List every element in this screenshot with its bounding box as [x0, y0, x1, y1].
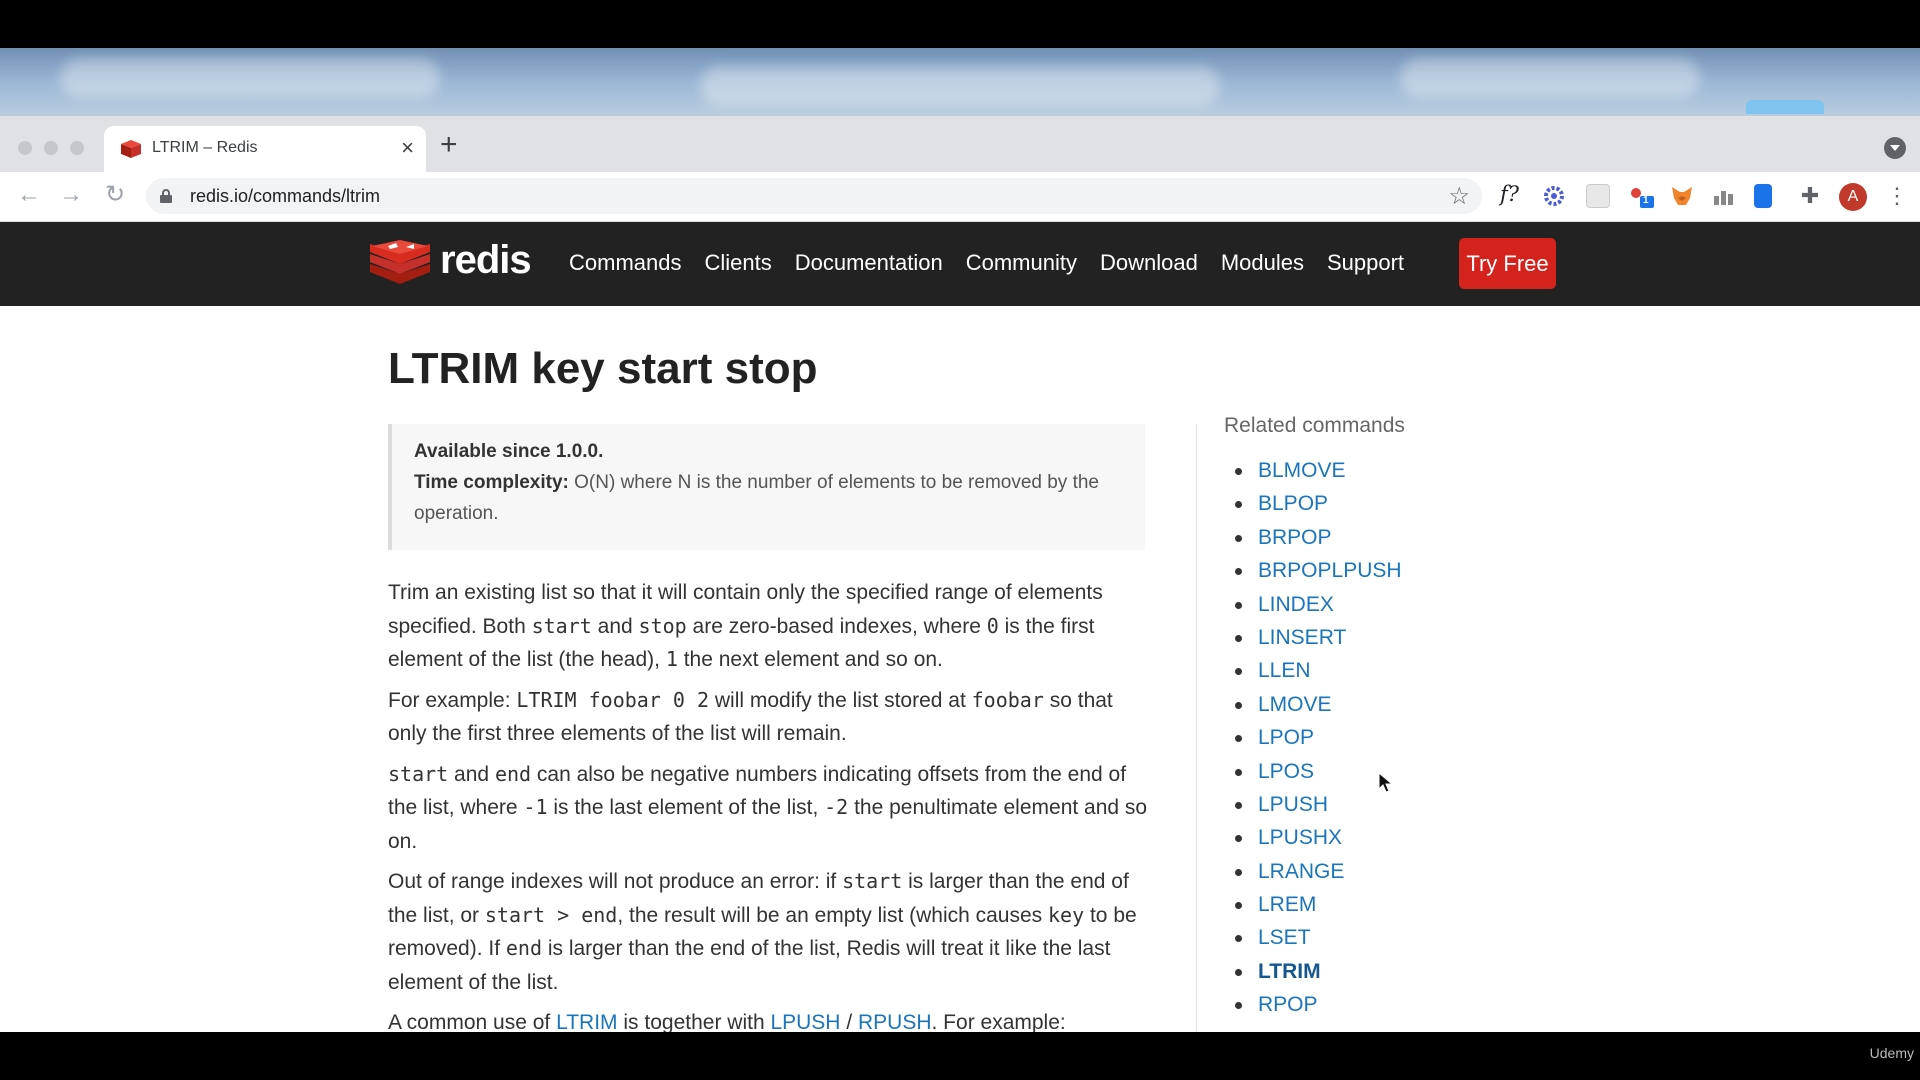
related-command-link[interactable]: LPUSH — [1258, 793, 1328, 816]
list-item: LPUSHX — [1224, 821, 1402, 854]
related-command-link[interactable]: LINSERT — [1258, 626, 1346, 649]
close-tab-icon[interactable]: × — [401, 135, 414, 161]
related-commands-title: Related commands — [1224, 414, 1405, 437]
related-command-link[interactable]: LPOP — [1258, 726, 1314, 749]
time-complexity-label: Time complexity: — [414, 472, 569, 493]
related-command-link[interactable]: RPOP — [1258, 993, 1318, 1016]
browser-toolbar: ← → ↻ redis.io/commands/ltrim ☆ f? 1 ✚ A… — [0, 172, 1920, 222]
extension-bookmark-icon[interactable] — [1754, 184, 1772, 208]
related-command-link[interactable]: LMOVE — [1258, 693, 1332, 716]
tab-bar: LTRIM – Redis × + — [0, 116, 1920, 172]
tab-search-icon[interactable] — [1884, 137, 1906, 159]
paragraph-common-use: A common use of LTRIM is together with L… — [388, 1011, 1066, 1032]
bookmark-star-icon[interactable]: ☆ — [1448, 182, 1470, 211]
list-item: BRPOPLPUSH — [1224, 554, 1402, 587]
sidebar-divider — [1196, 424, 1197, 1032]
nav-commands[interactable]: Commands — [569, 250, 681, 276]
list-item: LINDEX — [1224, 588, 1402, 621]
desktop-background — [0, 48, 1920, 116]
redis-favicon-icon — [121, 140, 141, 158]
extension-fx-icon[interactable]: f? — [1500, 182, 1524, 206]
list-item: LINSERT — [1224, 621, 1402, 654]
window-close-button[interactable] — [18, 141, 32, 155]
udemy-watermark: Udemy — [1869, 1045, 1914, 1061]
page-content: LTRIM key start stop Available since 1.0… — [0, 306, 1920, 1032]
browser-menu-icon[interactable]: ⋮ — [1886, 182, 1908, 210]
related-command-link[interactable]: LLEN — [1258, 659, 1311, 682]
nav-support[interactable]: Support — [1327, 250, 1404, 276]
new-tab-button[interactable]: + — [440, 130, 458, 160]
reload-button[interactable]: ↻ — [100, 180, 130, 210]
nav-documentation[interactable]: Documentation — [795, 250, 943, 276]
mouse-cursor-icon — [1378, 772, 1394, 793]
related-commands-list: BLMOVE BLPOP BRPOP BRPOPLPUSH LINDEX LIN… — [1224, 454, 1402, 1022]
logo-text: redis — [440, 238, 532, 282]
paragraph-intro: Trim an existing list so that it will co… — [388, 581, 1103, 671]
list-item: BLMOVE — [1224, 454, 1402, 487]
link-ltrim[interactable]: LTRIM — [556, 1011, 617, 1032]
related-command-link-current[interactable]: LTRIM — [1258, 960, 1321, 983]
list-item: LSET — [1224, 921, 1402, 954]
list-item: LRANGE — [1224, 855, 1402, 888]
list-item-current: LTRIM — [1224, 955, 1402, 988]
related-command-link[interactable]: LSET — [1258, 926, 1311, 949]
forward-button[interactable]: → — [56, 180, 86, 210]
list-item: BLPOP — [1224, 487, 1402, 520]
list-item: LLEN — [1224, 654, 1402, 687]
related-command-link[interactable]: BLPOP — [1258, 492, 1328, 515]
nav-clients[interactable]: Clients — [704, 250, 771, 276]
paragraph-negative-indexes: start and end can also be negative numbe… — [388, 761, 1148, 853]
list-item: LPOS — [1224, 755, 1402, 788]
link-rpush[interactable]: RPUSH — [858, 1011, 932, 1032]
window-zoom-button[interactable] — [70, 141, 84, 155]
window-minimize-button[interactable] — [44, 141, 58, 155]
paragraph-out-of-range: Out of range indexes will not produce an… — [388, 869, 1137, 994]
list-item: RPOP — [1224, 988, 1402, 1021]
extension-badge: 1 — [1643, 195, 1649, 206]
extension-bars-icon[interactable] — [1712, 184, 1736, 208]
related-command-link[interactable]: LREM — [1258, 893, 1316, 916]
site-header: redis Commands Clients Documentation Com… — [0, 222, 1920, 306]
related-command-link[interactable]: LRANGE — [1258, 860, 1344, 883]
related-command-link[interactable]: BRPOP — [1258, 526, 1332, 549]
list-item: LPUSH — [1224, 788, 1402, 821]
command-description: Trim an existing list so that it will co… — [388, 576, 1148, 1032]
related-command-link[interactable]: LINDEX — [1258, 593, 1334, 616]
list-item: LPOP — [1224, 721, 1402, 754]
extensions-puzzle-icon[interactable]: ✚ — [1798, 184, 1822, 208]
url-text: redis.io/commands/ltrim — [190, 186, 381, 206]
nav-download[interactable]: Download — [1100, 250, 1198, 276]
browser-window: LTRIM – Redis × + ← → ↻ redis.io/command… — [0, 48, 1920, 1032]
command-info-box: Available since 1.0.0. Time complexity: … — [388, 424, 1145, 550]
list-item: LMOVE — [1224, 688, 1402, 721]
desktop-folder-icon — [1746, 100, 1824, 114]
main-nav: Commands Clients Documentation Community… — [569, 250, 1427, 276]
redis-logo-icon — [370, 240, 430, 284]
profile-avatar[interactable]: A — [1839, 183, 1867, 211]
tab-redis[interactable]: LTRIM – Redis × — [104, 126, 426, 172]
tab-title: LTRIM – Redis — [152, 139, 258, 156]
extension-shapes-icon[interactable]: 1 — [1628, 184, 1654, 208]
link-lpush[interactable]: LPUSH — [770, 1011, 840, 1032]
lock-icon — [160, 189, 172, 203]
metamask-fox-icon[interactable] — [1670, 184, 1694, 208]
back-button[interactable]: ← — [14, 180, 44, 210]
related-command-link[interactable]: BLMOVE — [1258, 459, 1346, 482]
nav-community[interactable]: Community — [966, 250, 1077, 276]
extension-gear-icon[interactable] — [1542, 184, 1566, 208]
extension-grid-icon[interactable] — [1586, 184, 1610, 208]
available-since: Available since 1.0.0. — [414, 441, 604, 462]
related-command-link[interactable]: LPUSHX — [1258, 826, 1342, 849]
paragraph-example: For example: LTRIM foobar 0 2 will modif… — [388, 687, 1113, 746]
list-item: BRPOP — [1224, 521, 1402, 554]
related-command-link[interactable]: BRPOPLPUSH — [1258, 559, 1402, 582]
try-free-button[interactable]: Try Free — [1459, 238, 1556, 289]
nav-modules[interactable]: Modules — [1221, 250, 1304, 276]
address-bar[interactable]: redis.io/commands/ltrim ☆ — [146, 178, 1482, 214]
redis-logo[interactable]: redis — [368, 238, 538, 292]
related-command-link[interactable]: LPOS — [1258, 760, 1314, 783]
list-item: LREM — [1224, 888, 1402, 921]
page-title: LTRIM key start stop — [388, 344, 818, 393]
